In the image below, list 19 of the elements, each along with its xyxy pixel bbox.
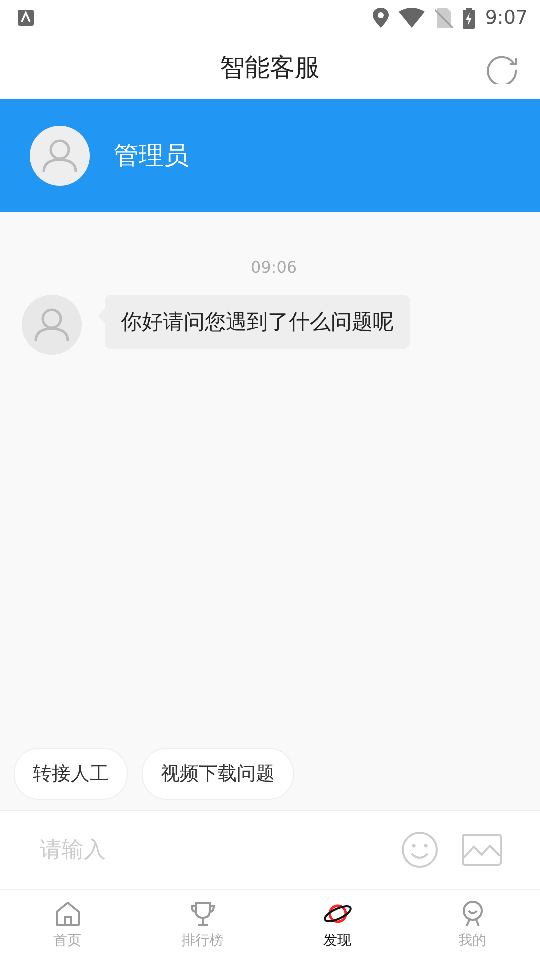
home-icon <box>54 900 82 928</box>
clock: 9:07 <box>485 7 528 29</box>
quick-reply-button[interactable]: 转接人工 <box>14 748 128 800</box>
location-icon <box>373 8 390 28</box>
keyboard-icon <box>18 10 34 26</box>
agent-name: 管理员 <box>114 140 189 172</box>
battery-icon <box>463 8 476 28</box>
trophy-icon <box>188 900 216 928</box>
tab[interactable]: 发现 <box>270 890 405 960</box>
sim-card-icon <box>435 8 454 28</box>
avatar <box>22 295 82 355</box>
page-title: 智能客服 <box>220 52 320 84</box>
emoji-icon[interactable] <box>402 832 438 868</box>
wifi-icon <box>399 8 426 28</box>
image-icon[interactable] <box>462 834 502 866</box>
quick-reply-button[interactable]: 视频下载问题 <box>142 748 294 800</box>
avatar <box>30 126 90 186</box>
timestamp: 09:06 <box>250 258 298 277</box>
message-bubble: 你好请问您遇到了什么问题呢 <box>105 295 410 349</box>
